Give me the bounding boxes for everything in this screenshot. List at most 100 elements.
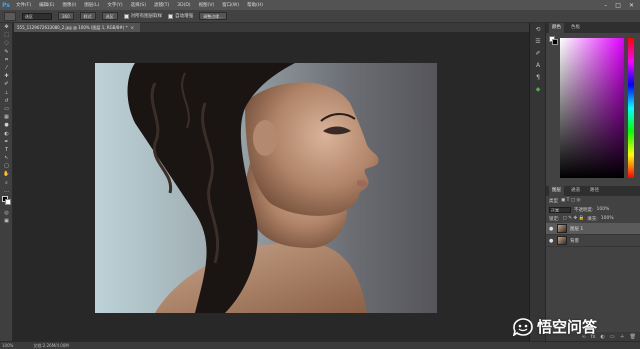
- menu-image[interactable]: 图像(I): [58, 2, 80, 8]
- healing-brush-tool-icon[interactable]: ✚: [0, 72, 13, 80]
- document-tab-title: 555_1129672633080_2.jpg @ 100% (图层 1, RG…: [17, 24, 128, 30]
- portrait-photo: [95, 63, 437, 313]
- gradient-tool-icon[interactable]: ▦: [0, 113, 13, 121]
- mode-select[interactable]: 选区: [22, 12, 52, 20]
- quick-mask-icon[interactable]: ◎: [0, 209, 13, 217]
- opacity-value[interactable]: 100%: [597, 207, 610, 212]
- menu-view[interactable]: 视图(V): [195, 2, 219, 8]
- properties-panel-icon[interactable]: ☰: [530, 35, 546, 47]
- lock-fill-row: 锁定: ▢ ✎ ✥ 🔒 填充: 100%: [546, 214, 640, 223]
- close-tab-icon[interactable]: ×: [131, 25, 134, 30]
- right-panels: 颜色 色板 图层 通道 路径 类型 ▣ T ▢ ◎ 正常 不透明度: 100% …: [546, 23, 640, 341]
- pen-tool-icon[interactable]: ✒: [0, 138, 13, 146]
- plugin-panel-icon[interactable]: ◆: [530, 83, 546, 95]
- menu-window[interactable]: 窗口(W): [218, 2, 243, 8]
- menu-layer[interactable]: 图层(L): [80, 2, 103, 8]
- tools-panel: ✥ ⬚ ◌ ✎ ⌗ ⁄ ✚ ✐ ⊥ ↺ ▭ ▦ ● ◐ ✒ T ↖ ▢ ✋ ⌕ …: [0, 23, 13, 341]
- menu-file[interactable]: 文件(F): [12, 2, 35, 8]
- filter-kind-label[interactable]: 类型: [549, 198, 558, 204]
- brush-panel-icon[interactable]: ✐: [530, 47, 546, 59]
- blend-mode-select[interactable]: 正常: [549, 206, 571, 213]
- color-panel: [546, 33, 640, 183]
- more-tools-icon[interactable]: …: [0, 187, 13, 195]
- foreground-background-colors[interactable]: [0, 195, 13, 209]
- crop-tool-icon[interactable]: ⌗: [0, 56, 13, 64]
- hand-tool-icon[interactable]: ✋: [0, 170, 13, 178]
- canvas-workspace[interactable]: [14, 32, 529, 341]
- menu-filter[interactable]: 滤镜(T): [150, 2, 173, 8]
- eraser-tool-icon[interactable]: ▭: [0, 105, 13, 113]
- menu-3d[interactable]: 3D(D): [173, 3, 194, 8]
- character-panel-icon[interactable]: A: [530, 59, 546, 71]
- new-layer-icon[interactable]: ＋: [620, 333, 625, 340]
- refine-edge-button[interactable]: 调整边缘...: [199, 12, 227, 20]
- window-controls: – □ ✕: [604, 2, 640, 9]
- document-tab[interactable]: 555_1129672633080_2.jpg @ 100% (图层 1, RG…: [14, 23, 140, 32]
- minimize-icon[interactable]: –: [604, 2, 607, 9]
- zoom-tool-icon[interactable]: ⌕: [0, 179, 13, 187]
- panel-background-swatch[interactable]: [552, 39, 558, 45]
- paragraph-panel-icon[interactable]: ¶: [530, 71, 546, 83]
- option-btn-style[interactable]: 样式: [79, 12, 96, 20]
- option-btn-selection[interactable]: 选区: [101, 12, 118, 20]
- layer-filter-row: 类型 ▣ T ▢ ◎: [546, 196, 640, 205]
- doc-size-info[interactable]: 文档:2.26M/4.00M: [33, 343, 68, 349]
- color-panel-swatches[interactable]: [549, 36, 559, 46]
- sample-all-layers-checkbox[interactable]: 对所有图层取样: [123, 13, 162, 19]
- menu-select[interactable]: 选择(S): [127, 2, 150, 8]
- layer-row-layer1[interactable]: ● 图层 1: [546, 223, 640, 235]
- menu-help[interactable]: 帮助(H): [243, 2, 267, 8]
- new-group-icon[interactable]: ▭: [610, 334, 615, 340]
- screen-mode-icon[interactable]: ▣: [0, 217, 13, 225]
- dodge-tool-icon[interactable]: ◐: [0, 129, 13, 137]
- watermark-logo-icon: [512, 317, 533, 336]
- panel-icon-dock: ⟲ ☰ ✐ A ¶ ◆: [529, 23, 545, 341]
- layer-thumbnail: [557, 224, 567, 233]
- lasso-tool-icon[interactable]: ◌: [0, 39, 13, 47]
- background-color-swatch[interactable]: [5, 198, 11, 205]
- tab-swatches[interactable]: 色板: [568, 23, 583, 33]
- filter-icons[interactable]: ▣ T ▢ ◎: [561, 198, 580, 203]
- checkbox-icon: [123, 13, 129, 19]
- eye-icon[interactable]: ●: [549, 238, 554, 244]
- history-brush-tool-icon[interactable]: ↺: [0, 97, 13, 105]
- close-icon[interactable]: ✕: [629, 2, 634, 9]
- blur-tool-icon[interactable]: ●: [0, 121, 13, 129]
- zoom-level[interactable]: 100%: [2, 343, 13, 348]
- document-image[interactable]: [95, 63, 437, 313]
- tab-channels[interactable]: 通道: [568, 186, 583, 196]
- fill-value[interactable]: 100%: [601, 216, 614, 221]
- blend-opacity-row: 正常 不透明度: 100%: [546, 205, 640, 214]
- fill-label: 填充:: [587, 216, 598, 222]
- menu-type[interactable]: 文字(Y): [103, 2, 126, 8]
- color-picker-field[interactable]: [560, 38, 624, 178]
- tab-paths[interactable]: 路径: [587, 186, 602, 196]
- layers-panel-tabs: 图层 通道 路径: [546, 186, 640, 196]
- eyedropper-tool-icon[interactable]: ⁄: [0, 64, 13, 72]
- history-panel-icon[interactable]: ⟲: [530, 23, 546, 35]
- lock-icons[interactable]: ▢ ✎ ✥ 🔒: [563, 216, 585, 221]
- path-select-tool-icon[interactable]: ↖: [0, 154, 13, 162]
- eye-icon[interactable]: ●: [549, 226, 554, 232]
- maximize-icon[interactable]: □: [615, 2, 621, 9]
- type-tool-icon[interactable]: T: [0, 146, 13, 154]
- option-btn-360[interactable]: 360: [58, 12, 74, 20]
- layer-row-background[interactable]: ● 背景: [546, 235, 640, 247]
- marquee-tool-icon[interactable]: ⬚: [0, 31, 13, 39]
- move-tool-icon[interactable]: ✥: [0, 23, 13, 31]
- layer-thumbnail: [557, 236, 567, 245]
- mask-icon[interactable]: ◐: [601, 334, 605, 340]
- layer-name: 图层 1: [570, 226, 584, 232]
- tab-layers[interactable]: 图层: [549, 186, 564, 196]
- quick-select-tool-icon[interactable]: ✎: [0, 48, 13, 56]
- auto-enhance-checkbox[interactable]: 自动增强: [168, 13, 193, 19]
- brush-tool-icon[interactable]: ✐: [0, 80, 13, 88]
- status-bar: 100% 文档:2.26M/4.00M: [0, 341, 640, 349]
- delete-layer-icon[interactable]: 🗑: [630, 334, 636, 340]
- hue-slider[interactable]: [628, 38, 634, 178]
- tab-color[interactable]: 颜色: [549, 23, 564, 33]
- shape-tool-icon[interactable]: ▢: [0, 162, 13, 170]
- tool-preset-picker[interactable]: [4, 11, 16, 21]
- menu-edit[interactable]: 编辑(E): [35, 2, 58, 8]
- clone-stamp-tool-icon[interactable]: ⊥: [0, 89, 13, 97]
